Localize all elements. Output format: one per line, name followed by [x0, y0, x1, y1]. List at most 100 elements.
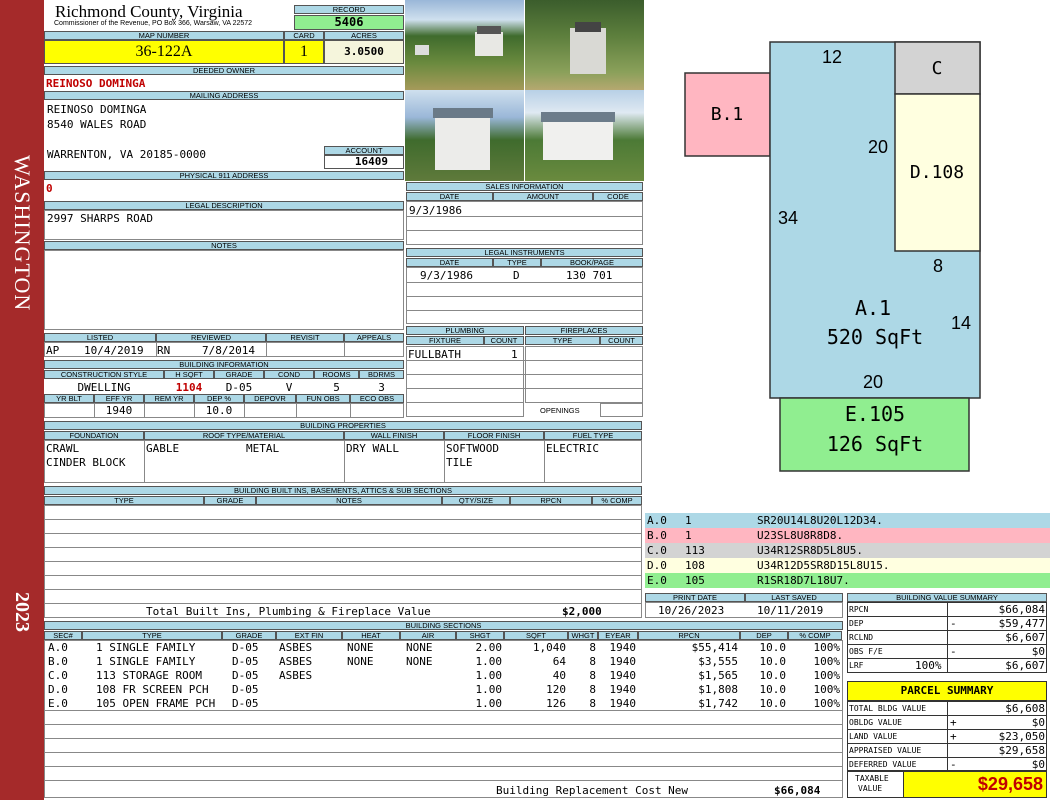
- sketch-d-label: D.108: [910, 162, 964, 183]
- section-cell-sec: C.0: [48, 669, 68, 682]
- section-row: C.0 113 STORAGE ROOM D-05 ASBES 1.00 40 8 1940 $…: [44, 669, 843, 683]
- property-photo-3: [405, 90, 524, 181]
- record-value: 5406: [294, 15, 404, 30]
- sketch-dim-14: 14: [951, 313, 971, 333]
- legal-instruments-label: LEGAL INSTRUMENTS: [406, 248, 643, 257]
- plumbing-label: PLUMBING: [406, 326, 524, 335]
- vs-obs-sign: -: [950, 645, 957, 658]
- section-cell-whgt: 8: [589, 683, 596, 696]
- mailing-line-3: WARRENTON, VA 20185-0000: [47, 148, 206, 161]
- builtins-label: BUILDING BUILT INS, BASEMENTS, ATTICS & …: [44, 486, 642, 495]
- legend-row: D.0 108 U34R12D5SR8D15L8U15.: [645, 558, 1050, 573]
- vs-lrf-value: $6,607: [1005, 659, 1045, 672]
- section-cell-dep: 10.0: [759, 697, 787, 710]
- section-row: A.0 1 SINGLE FAMILY D-05 ASBES NONE NONE 2.00 1…: [44, 641, 843, 655]
- taxable-value: $29,658: [903, 772, 1046, 797]
- props-wall-value: DRY WALL: [346, 442, 399, 455]
- bi-yrblt-header: YR BLT: [44, 394, 94, 403]
- section-cell-rpcn: $55,414: [691, 641, 738, 654]
- vs-rpcn-value: $66,084: [998, 603, 1045, 616]
- props-foundation-header: FOUNDATION: [44, 431, 144, 440]
- vs-lrf-pct: 100%: [915, 659, 942, 672]
- section-cell-eyear: 1940: [609, 697, 637, 710]
- section-cell-shgt: 2.00: [475, 641, 503, 654]
- bi-remyr-header: REM YR: [144, 394, 194, 403]
- legend-row: B.0 1 U23SL8U8R8D8.: [645, 528, 1050, 543]
- ps-land-value: $23,050: [998, 730, 1045, 743]
- sections-col-header: % COMP: [788, 631, 842, 640]
- bi-style-value: DWELLING: [77, 381, 131, 394]
- props-fuel-header: FUEL TYPE: [544, 431, 642, 440]
- bi-effyr-header: EFF YR: [94, 394, 144, 403]
- county-subtitle: Commissioner of the Revenue, PO Box 366,…: [54, 20, 253, 27]
- props-floor-header: FLOOR FINISH: [444, 431, 544, 440]
- section-cell-sec: B.0: [48, 655, 68, 668]
- building-info-label: BUILDING INFORMATION: [44, 360, 404, 369]
- section-cell-sqft: 120: [546, 683, 566, 696]
- section-cell-shgt: 1.00: [475, 669, 503, 682]
- sales-date-header: DATE: [406, 192, 493, 201]
- props-foundation-1: CRAWL: [46, 442, 80, 455]
- fireplaces-type-header: TYPE: [525, 336, 600, 345]
- bi-bdrms-value: 3: [378, 381, 385, 394]
- props-roof-1: GABLE: [146, 442, 180, 455]
- section-cell-dep: 10.0: [759, 641, 787, 654]
- section-cell-type: 108 FR SCREEN PCH: [96, 683, 209, 696]
- sections-col-header: EXT FIN: [276, 631, 342, 640]
- sketch-area: B.1 C D.108 A.1 520 SqFt E.105 126 SqFt …: [684, 41, 981, 472]
- section-cell-comp: 100%: [813, 683, 841, 696]
- builtins-total-value: $2,000: [562, 605, 602, 618]
- vs-rclnd-value: $6,607: [1005, 631, 1045, 644]
- account-label: ACCOUNT: [324, 146, 404, 155]
- section-cell-sqft: 1,040: [532, 641, 566, 654]
- builtins-qty-header: QTY/SIZE: [442, 496, 510, 505]
- section-cell-sec: D.0: [48, 683, 68, 696]
- physical-address-label: PHYSICAL 911 ADDRESS: [44, 171, 404, 180]
- section-cell-eyear: 1940: [609, 669, 637, 682]
- sections-col-header: EYEAR: [598, 631, 638, 640]
- props-foundation-2: CINDER BLOCK: [46, 456, 126, 469]
- sections-col-header: DEP: [740, 631, 788, 640]
- sketch-dim-20-top: 20: [868, 137, 888, 157]
- section-cell-whgt: 8: [589, 669, 596, 682]
- sections-col-header: TYPE: [82, 631, 222, 640]
- section-cell-eyear: 1940: [609, 655, 637, 668]
- bi-hsqft-value: 1104: [175, 381, 203, 394]
- sidebar: WASHINGTON 2023: [0, 0, 44, 800]
- bi-grade-header: GRADE: [214, 370, 264, 379]
- sections-table: A.0 1 SINGLE FAMILY D-05 ASBES NONE NONE 2.00 1…: [44, 641, 843, 711]
- sections-total-label: Building Replacement Cost New: [496, 784, 689, 797]
- reviewed-by: RN: [157, 344, 171, 357]
- property-photo-1: [405, 0, 524, 90]
- sketch-legend: A.0 1 SR20U14L8U20L12D34. B.0 1 U23SL8U8…: [645, 513, 1050, 588]
- ps-deferred-value: $0: [1031, 758, 1045, 771]
- instr-type-header: TYPE: [493, 258, 541, 267]
- revisit-label: REVISIT: [266, 333, 344, 342]
- section-row: D.0 108 FR SCREEN PCH D-05 1.00 120 8 1940 $1,8…: [44, 683, 843, 697]
- section-cell-rpcn: $3,555: [698, 655, 738, 668]
- sketch-dim-12: 12: [822, 47, 842, 67]
- section-cell-whgt: 8: [589, 655, 596, 668]
- legend-row: C.0 113 U34R12SR8D5L8U5.: [645, 543, 1050, 558]
- section-cell-ext: ASBES: [279, 655, 313, 668]
- sketch-dim-8: 8: [933, 256, 943, 276]
- card-value: 1: [284, 40, 324, 64]
- legend-row: A.0 1 SR20U14L8U20L12D34.: [645, 513, 1050, 528]
- sales-code-header: CODE: [593, 192, 643, 201]
- bi-depovr-header: DEPOVR: [244, 394, 296, 403]
- ps-deferred-sign: -: [950, 758, 957, 771]
- physical-address-value: 0: [46, 182, 53, 195]
- ps-appraised-value: $29,658: [998, 744, 1045, 757]
- property-photo-2: [525, 0, 644, 90]
- county-title: Richmond County, Virginia: [55, 2, 243, 21]
- props-floor-2: TILE: [446, 456, 473, 469]
- acres-value: 3.0500: [324, 40, 404, 64]
- bi-ecoobs-header: ECO OBS: [350, 394, 404, 403]
- bi-dep-value: 10.0: [205, 404, 233, 417]
- vs-lrf-label: LRF: [849, 661, 864, 670]
- vs-dep-value: $59,477: [998, 617, 1045, 630]
- sketch-a-sqft: 520 SqFt: [827, 325, 923, 349]
- section-cell-comp: 100%: [813, 655, 841, 668]
- section-row: E.0 105 OPEN FRAME PCH D-05 1.00 126 8 1940 $1,…: [44, 697, 843, 711]
- bi-rooms-header: ROOMS: [314, 370, 359, 379]
